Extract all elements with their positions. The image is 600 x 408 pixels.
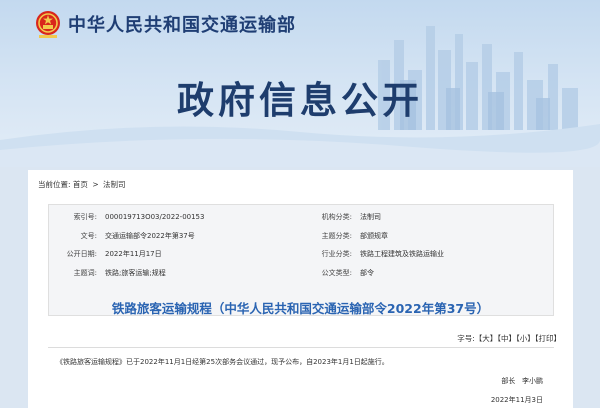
print-button[interactable]: 【打印】 xyxy=(535,334,561,343)
document-body-text: 《铁路旅客运输规程》已于2022年11月1日经第25次部务会议通过，现予公布，自… xyxy=(56,358,389,366)
industry-value: 铁路工程建筑及铁路运输业 xyxy=(360,250,444,258)
info-row-keyword: 主题词: 铁路;旅客运输;规程 xyxy=(49,268,204,287)
index-label: 索引号: xyxy=(73,213,97,221)
site-title[interactable]: 中华人民共和国交通运输部 xyxy=(68,11,296,37)
breadcrumb-home[interactable]: 首页 xyxy=(73,180,88,189)
pubdate-label: 公开日期: xyxy=(66,250,97,258)
docno-label: 文号: xyxy=(80,231,97,240)
signer-name: 李小鹏 xyxy=(522,377,543,385)
info-row-pubdate: 公开日期: 2022年11月17日 xyxy=(49,249,204,268)
topic-value: 部颁规章 xyxy=(360,231,388,240)
index-value: 000019713O03/2022-00153 xyxy=(105,213,205,221)
breadcrumb: 当前位置: 首页 > 法制司 xyxy=(38,179,126,190)
font-size-small-button[interactable]: 【小】 xyxy=(516,334,535,343)
topic-label: 主题分类: xyxy=(321,231,352,240)
font-size-medium-button[interactable]: 【中】 xyxy=(497,334,516,343)
info-row-docno: 文号: 交通运输部令2022年第37号 xyxy=(49,231,204,250)
sign-date: 2022年11月3日 xyxy=(490,396,543,404)
keyword-value: 铁路;旅客运输;规程 xyxy=(105,268,166,277)
doctype-value: 部令 xyxy=(360,268,374,277)
signer-title: 部长 xyxy=(501,377,516,385)
national-emblem-icon xyxy=(36,11,60,38)
info-row-topic: 主题分类: 部颁规章 xyxy=(304,231,444,250)
keyword-label: 主题词: xyxy=(73,268,97,277)
divider xyxy=(48,347,554,348)
doctype-label: 公文类型: xyxy=(321,268,352,277)
info-row-industry: 行业分类: 铁路工程建筑及铁路运输业 xyxy=(304,249,444,268)
org-value: 法制司 xyxy=(360,213,381,221)
content-panel: 当前位置: 首页 > 法制司 索引号: 000019713O03/2022-001… xyxy=(28,170,573,408)
breadcrumb-separator: > xyxy=(92,180,99,189)
pubdate-value: 2022年11月17日 xyxy=(105,250,162,258)
info-row-doctype: 公文类型: 部令 xyxy=(304,268,444,287)
industry-label: 行业分类: xyxy=(321,250,352,258)
org-label: 机构分类: xyxy=(321,213,352,221)
info-column-right: 机构分类: 法制司 主题分类: 部颁规章 行业分类: 铁路工程建筑及铁路运输业 公文类… xyxy=(304,212,444,286)
font-size-large-button[interactable]: 【大】 xyxy=(475,334,498,343)
signature: 部长 李小鹏 xyxy=(501,376,543,386)
page-title: 政府信息公开 xyxy=(177,79,423,122)
docno-value: 交通运输部令2022年第37号 xyxy=(105,231,195,240)
info-row-org: 机构分类: 法制司 xyxy=(304,212,444,231)
info-row-index: 索引号: 000019713O03/2022-00153 xyxy=(49,212,205,231)
breadcrumb-prefix: 当前位置: xyxy=(38,180,71,189)
font-size-label: 字号: xyxy=(457,334,475,343)
font-size-controls: 字号:【大】【中】【小】【打印】 xyxy=(457,333,561,344)
breadcrumb-legal-dept[interactable]: 法制司 xyxy=(103,180,126,189)
info-column-left: 索引号: 000019713O03/2022-00153 文号: 交通运输部令202… xyxy=(49,212,205,287)
header-banner: 中华人民共和国交通运输部 政府信息公开 xyxy=(0,0,600,167)
document-title: 铁路旅客运输规程（中华人民共和国交通运输部令2022年第37号） xyxy=(111,301,490,316)
